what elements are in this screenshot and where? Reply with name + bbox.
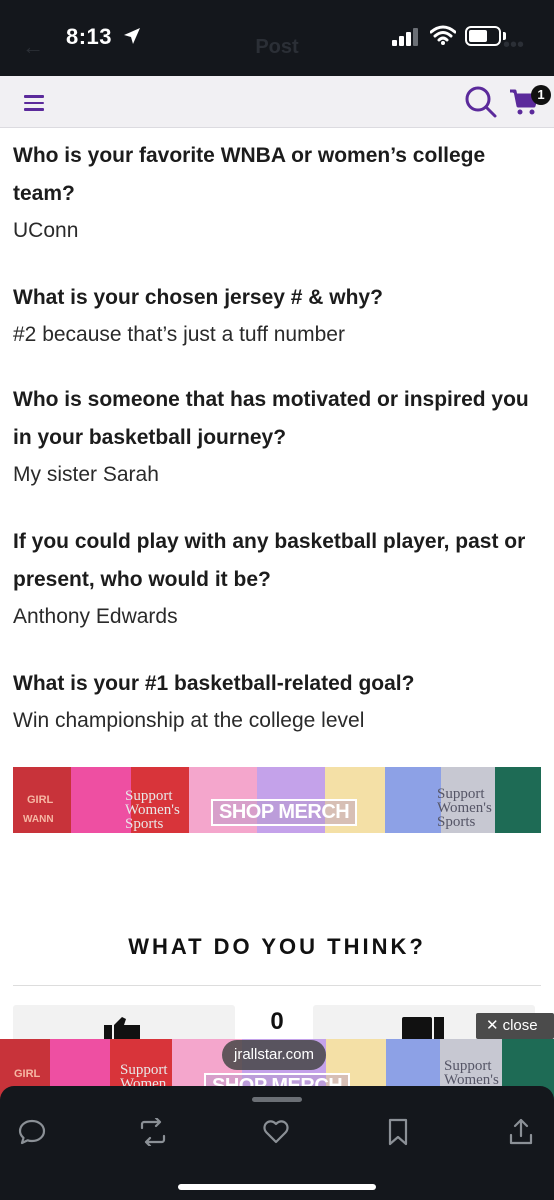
more-options-button[interactable]: ••• xyxy=(503,34,524,57)
qa-question: Who is your favorite WNBA or women’s col… xyxy=(13,144,486,205)
divider xyxy=(13,985,541,986)
qa-question: If you could play with any basketball pl… xyxy=(13,530,526,591)
hoodie-image xyxy=(495,767,541,833)
reactions-heading: WHAT DO YOU THINK? xyxy=(128,934,426,959)
bookmark-icon[interactable] xyxy=(386,1118,410,1146)
hoodie-image xyxy=(385,767,443,833)
reaction-count: 0 xyxy=(270,1008,284,1035)
shop-merch-button[interactable]: SHOP MERCH xyxy=(211,799,358,826)
close-ad-label: close xyxy=(502,1017,538,1034)
cellular-signal-icon xyxy=(392,28,418,46)
merch-text: WANN xyxy=(23,814,54,825)
qa-item: If you could play with any basketball pl… xyxy=(13,523,533,635)
qa-answer: Anthony Edwards xyxy=(13,605,178,628)
qa-question: Who is someone that has motivated or ins… xyxy=(13,388,529,449)
qa-question: What is your chosen jersey # & why? xyxy=(13,286,383,309)
status-time: 8:13 xyxy=(66,24,113,49)
location-arrow-icon xyxy=(124,28,140,44)
qa-answer: UConn xyxy=(13,219,79,242)
qa-item: Who is someone that has motivated or ins… xyxy=(13,381,533,493)
qa-answer: My sister Sarah xyxy=(13,463,159,486)
wifi-icon xyxy=(430,25,456,45)
site-header xyxy=(0,76,554,128)
cart-count-badge: 1 xyxy=(531,85,551,105)
thumbs-down-icon[interactable] xyxy=(402,1015,446,1041)
ad-text: Support Women's xyxy=(444,1058,499,1088)
merch-text: GIRL xyxy=(27,794,54,806)
search-icon[interactable] xyxy=(464,85,498,119)
sheet-grabber[interactable] xyxy=(252,1097,302,1102)
qa-answer: Win championship at the college level xyxy=(13,709,365,732)
merch-text: Support Women's Sports xyxy=(437,786,492,830)
qa-answer: #2 because that’s just a tuff number xyxy=(13,323,345,346)
like-icon[interactable] xyxy=(262,1118,290,1146)
reply-icon[interactable] xyxy=(18,1118,46,1146)
share-icon[interactable] xyxy=(508,1118,534,1146)
merch-text: Support Women's Sports xyxy=(125,788,180,832)
qa-item: What is your #1 basketball-related goal?… xyxy=(13,665,533,739)
hoodie-image xyxy=(71,767,133,833)
qa-item: What is your chosen jersey # & why? #2 b… xyxy=(13,279,533,353)
status-bar: ← Post ••• 8:13 xyxy=(0,0,554,76)
merch-banner-ad[interactable]: GIRL WANN Support Women's Sports Support… xyxy=(13,767,541,833)
home-indicator xyxy=(178,1184,376,1190)
thumbs-up-icon[interactable] xyxy=(104,1015,144,1041)
ad-domain-pill[interactable]: jrallstar.com xyxy=(222,1040,327,1070)
battery-nub xyxy=(503,32,506,40)
close-ad-button[interactable]: ✕ close xyxy=(476,1013,554,1039)
ad-text: GIRL xyxy=(14,1068,41,1080)
qa-item: Who is your favorite WNBA or women’s col… xyxy=(13,137,533,249)
qa-question: What is your #1 basketball-related goal? xyxy=(13,672,415,695)
battery-icon xyxy=(465,26,501,46)
repost-icon[interactable] xyxy=(138,1118,168,1146)
hamburger-menu-icon[interactable] xyxy=(24,95,44,111)
